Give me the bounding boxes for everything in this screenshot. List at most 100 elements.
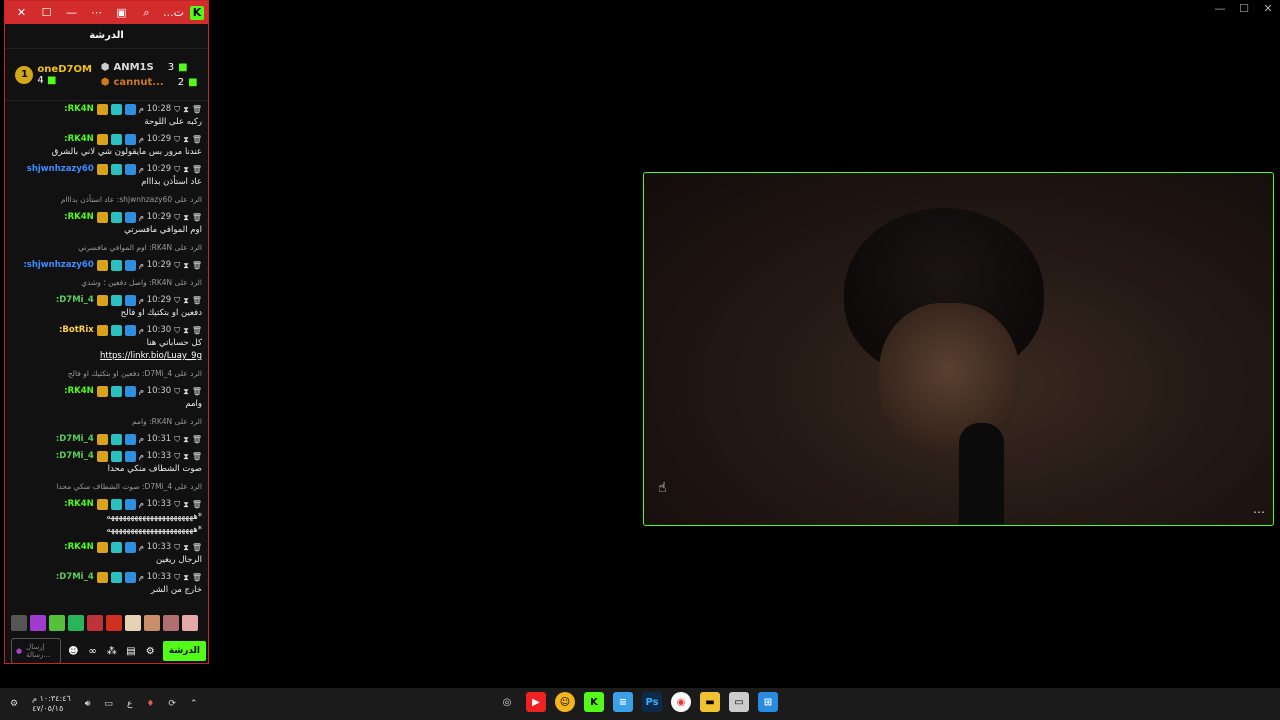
shield-icon[interactable]: ⛉ <box>174 259 180 272</box>
trash-icon[interactable]: 🗑︎ <box>192 163 202 176</box>
timeout-icon[interactable]: ⧗ <box>183 385 189 398</box>
timeout-icon[interactable]: ⧗ <box>183 433 189 446</box>
chat-message[interactable]: 🗑︎ ⧗ ⛉ 10:30 م RK4N: وامم <box>13 385 202 411</box>
chat-message[interactable]: 🗑︎ ⧗ ⛉ 10:30 م BotRix: كل حساباتي هنا https://… <box>13 324 202 363</box>
message-username[interactable]: RK4N: <box>64 103 94 116</box>
chat-message[interactable]: 🗑︎ ⧗ ⛉ 10:29 م D7Mi_4: دفعين او بتكتيك او فال… <box>13 294 202 320</box>
microphone-icon[interactable]: ♦ <box>146 699 154 709</box>
emote[interactable] <box>49 615 65 631</box>
message-username[interactable]: D7Mi_4: <box>56 571 94 584</box>
message-username[interactable]: D7Mi_4: <box>56 294 94 307</box>
trash-icon[interactable]: 🗑︎ <box>192 571 202 584</box>
timeout-icon[interactable]: ⧗ <box>183 450 189 463</box>
message-username[interactable]: RK4N: <box>64 385 94 398</box>
zoom-icon[interactable]: ⌕ <box>134 6 159 20</box>
trash-icon[interactable]: 🗑︎ <box>192 450 202 463</box>
trash-icon[interactable]: 🗑︎ <box>192 294 202 307</box>
message-username[interactable]: BotRix: <box>59 324 94 337</box>
settings-icon[interactable]: ⚙ <box>10 699 18 709</box>
photoshop-icon[interactable]: Ps <box>642 692 662 712</box>
maximize-icon[interactable]: ☐ <box>34 6 59 20</box>
discord-icon[interactable]: ☺ <box>555 692 575 712</box>
emote[interactable] <box>11 615 27 631</box>
timeout-icon[interactable]: ⧗ <box>183 571 189 584</box>
emote[interactable] <box>125 615 141 631</box>
message-username[interactable]: shjwnhzazy60 <box>27 163 94 176</box>
shield-icon[interactable]: ⛉ <box>174 324 180 337</box>
file-explorer-icon[interactable]: ▬ <box>700 692 720 712</box>
chat-message[interactable]: 🗑︎ ⧗ ⛉ 10:29 م RK4N: اوم الموافي مافسرتي <box>13 211 202 237</box>
timeout-icon[interactable]: ⧗ <box>183 324 189 337</box>
notepad-icon[interactable]: ≡ <box>613 692 633 712</box>
close-button[interactable]: ✕ <box>1256 0 1280 18</box>
leader-third[interactable]: ⬢ cannut... 2 ■ <box>101 77 198 88</box>
settings-gear-icon[interactable]: ⚙ <box>144 646 157 657</box>
webcam-video[interactable]: ⋯ <box>643 172 1274 526</box>
chat-message[interactable]: 🗑︎ ⧗ ⛉ 10:28 م RK4N: ركبه على اللوحة <box>13 103 202 129</box>
emote[interactable] <box>182 615 198 631</box>
trash-icon[interactable]: 🗑︎ <box>192 259 202 272</box>
shield-icon[interactable]: ⛉ <box>174 450 180 463</box>
chat-message[interactable]: 🗑︎ ⧗ ⛉ 10:33 م RK4N: *ههههههههههههههههههههههه… <box>13 498 202 537</box>
message-username[interactable]: RK4N: <box>64 541 94 554</box>
close-icon[interactable]: ✕ <box>9 6 34 20</box>
trash-icon[interactable]: 🗑︎ <box>192 498 202 511</box>
chat-messages[interactable]: 🗑︎ ⧗ ⛉ 10:28 م RK4N: ركبه على اللوحة 🗑︎ ⧗ ⛉ 10:29… <box>5 101 208 607</box>
message-username[interactable]: RK4N: <box>64 211 94 224</box>
timeout-icon[interactable]: ⧗ <box>183 259 189 272</box>
timeout-icon[interactable]: ⧗ <box>183 498 189 511</box>
chat-message[interactable]: 🗑︎ ⧗ ⛉ 10:29 م RK4N: عندنا مرور بس مايقولون ش… <box>13 133 202 159</box>
shield-icon[interactable]: ⛉ <box>174 498 180 511</box>
message-username[interactable]: D7Mi_4: <box>56 450 94 463</box>
more-options-icon[interactable]: ⋯ <box>1253 505 1265 519</box>
volume-icon[interactable]: 🔊︎ <box>85 699 91 709</box>
chevron-up-icon[interactable]: ⌃ <box>190 699 198 709</box>
emote[interactable] <box>30 615 46 631</box>
message-username[interactable]: RK4N: <box>64 133 94 146</box>
clock[interactable]: ١٠:٣٤:٤٦ م ٤٧/٠٥/١٥ <box>32 694 71 714</box>
network-icon[interactable]: ▭ <box>104 699 113 709</box>
trash-icon[interactable]: 🗑︎ <box>192 541 202 554</box>
leader-first[interactable]: 1 oneD7OM 4 ■ <box>15 64 92 86</box>
send-chat-button[interactable]: الدرشة <box>162 641 207 661</box>
emote[interactable] <box>144 615 160 631</box>
leader-second[interactable]: ⬢ ANM1S 3 ■ <box>101 62 198 73</box>
timeout-icon[interactable]: ⧗ <box>183 103 189 116</box>
message-link[interactable]: https://linkr.bio/Luay_9g <box>13 350 202 363</box>
emote[interactable] <box>163 615 179 631</box>
shield-icon[interactable]: ⛉ <box>174 211 180 224</box>
infinity-icon[interactable]: ∞ <box>86 646 99 657</box>
chat-message[interactable]: 🗑︎ ⧗ ⛉ 10:29 م shjwnhzazy60: <box>13 259 202 272</box>
maximize-button[interactable]: ☐ <box>1232 0 1256 18</box>
shield-icon[interactable]: ⛉ <box>174 294 180 307</box>
language-indicator[interactable]: ع <box>127 699 132 709</box>
youtube-icon[interactable]: ▶ <box>526 692 546 712</box>
start-icon[interactable]: ⊞ <box>758 692 778 712</box>
shield-icon[interactable]: ⛉ <box>174 163 180 176</box>
picture-icon[interactable]: ▣ <box>109 6 134 20</box>
sync-icon[interactable]: ⟳ <box>168 699 176 709</box>
steam-icon[interactable]: ◎ <box>497 692 517 712</box>
community-icon[interactable]: ⁂ <box>105 646 118 657</box>
shield-icon[interactable]: ⛉ <box>174 571 180 584</box>
emote[interactable] <box>87 615 103 631</box>
shield-icon[interactable]: ⛉ <box>174 133 180 146</box>
minimize-icon[interactable]: — <box>59 6 84 20</box>
timeout-icon[interactable]: ⧗ <box>183 294 189 307</box>
chrome-icon[interactable]: ◉ <box>671 692 691 712</box>
message-username[interactable]: RK4N: <box>64 498 94 511</box>
timeout-icon[interactable]: ⧗ <box>183 541 189 554</box>
timeout-icon[interactable]: ⧗ <box>183 133 189 146</box>
store-icon[interactable]: ▤ <box>124 646 137 657</box>
trash-icon[interactable]: 🗑︎ <box>192 103 202 116</box>
shield-icon[interactable]: ⛉ <box>174 433 180 446</box>
kick-icon[interactable]: K <box>584 692 604 712</box>
timeout-icon[interactable]: ⧗ <box>183 163 189 176</box>
chat-message[interactable]: 🗑︎ ⧗ ⛉ 10:33 م RK4N: الرجال ريغين <box>13 541 202 567</box>
trash-icon[interactable]: 🗑︎ <box>192 433 202 446</box>
chat-message[interactable]: 🗑︎ ⧗ ⛉ 10:33 م D7Mi_4: صوت الشطاف منكي محدا <box>13 450 202 476</box>
emote[interactable] <box>68 615 84 631</box>
trash-icon[interactable]: 🗑︎ <box>192 324 202 337</box>
chat-message[interactable]: 🗑︎ ⧗ ⛉ 10:29 م shjwnhzazy60 عاد استأذن بدااام <box>13 163 202 189</box>
chat-input[interactable]: ● إرسال رسالة... <box>11 638 61 663</box>
